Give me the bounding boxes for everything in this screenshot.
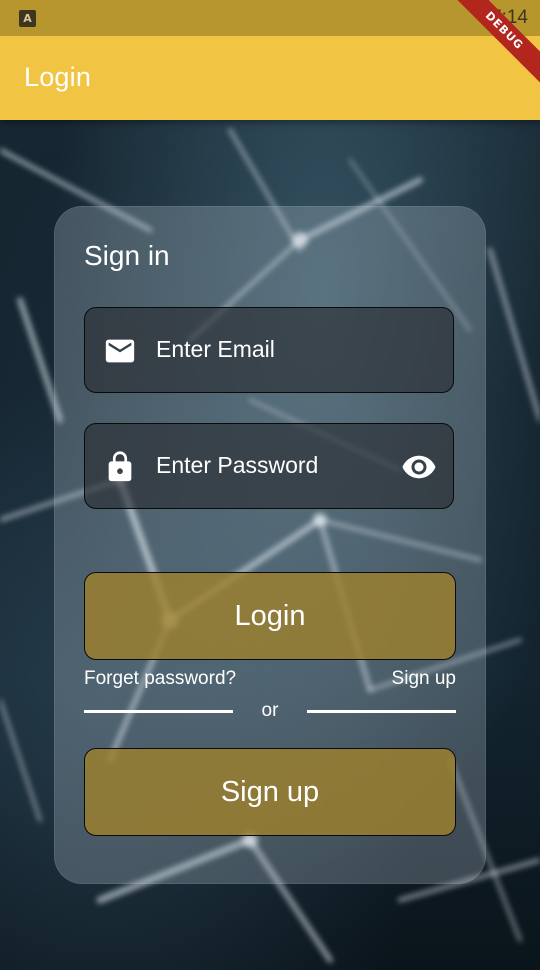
links-row: Forget password? Sign up [84, 668, 456, 694]
or-divider: or [84, 700, 456, 726]
debug-banner-label: DEBUG [450, 0, 540, 89]
mail-icon [105, 339, 135, 363]
email-field[interactable]: Enter Email [84, 307, 454, 393]
sign-in-card: Sign in Enter Email Enter Password Login… [54, 206, 486, 884]
card-title: Sign in [84, 240, 170, 271]
eye-icon[interactable] [401, 449, 437, 485]
lock-icon [108, 451, 132, 482]
password-placeholder: Enter Password [156, 452, 319, 478]
sign-up-button[interactable]: Sign up [84, 748, 456, 836]
email-placeholder: Enter Email [156, 336, 275, 362]
password-field[interactable]: Enter Password [84, 423, 454, 509]
divider-line-right [307, 710, 456, 713]
page-title: Login [24, 62, 92, 92]
forgot-password-link[interactable]: Forget password? [84, 668, 236, 690]
notification-app-icon: A [19, 10, 36, 27]
sign-up-link[interactable]: Sign up [392, 668, 456, 690]
login-button[interactable]: Login [84, 572, 456, 660]
debug-banner: DEBUG [450, 0, 540, 90]
